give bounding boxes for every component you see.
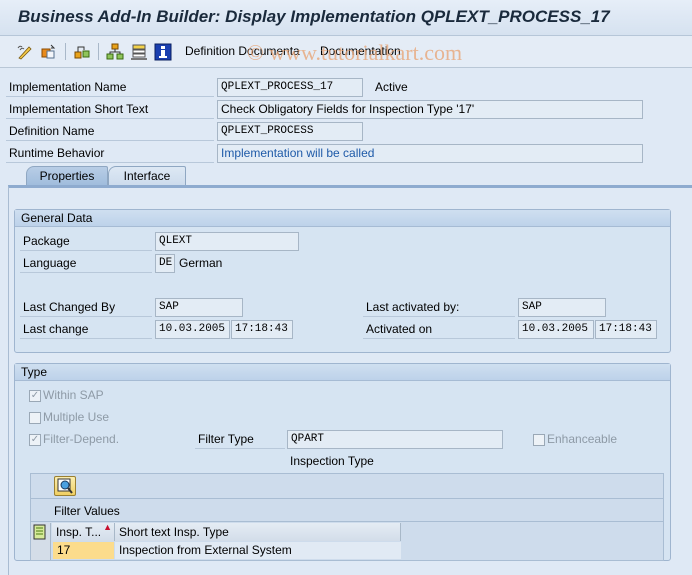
last-changed-by-label: Last Changed By [20, 297, 152, 317]
definition-name-label: Definition Name [6, 121, 214, 141]
checkbox-unchecked-icon [533, 433, 545, 446]
last-changed-by-field[interactable]: SAP [155, 298, 243, 317]
hierarchy-icon[interactable] [106, 43, 124, 61]
filter-depend-label: Filter-Depend. [43, 432, 120, 446]
last-change-date-field[interactable]: 10.03.2005 [155, 320, 230, 339]
within-sap-checkbox[interactable]: ✓ Within SAP [29, 388, 104, 404]
tab-interface[interactable]: Interface [108, 166, 186, 186]
package-field[interactable]: QLEXT [155, 232, 299, 251]
last-activated-by-label: Last activated by: [363, 297, 515, 317]
type-title: Type [15, 364, 670, 381]
implementation-name-field[interactable]: QPLEXT_PROCESS_17 [217, 78, 363, 97]
general-data-title: General Data [15, 210, 670, 227]
divider [31, 498, 663, 499]
package-label: Package [20, 231, 152, 251]
filter-values-title: Filter Values [54, 504, 120, 518]
activated-on-time-field[interactable]: 17:18:43 [595, 320, 657, 339]
cell-insp-type[interactable]: 17 [53, 542, 114, 559]
implementation-name-label: Implementation Name [6, 77, 214, 97]
enhanceable-label: Enhanceable [547, 432, 618, 446]
multiple-use-checkbox[interactable]: Multiple Use [29, 410, 109, 426]
runtime-behavior-label: Runtime Behavior [6, 143, 214, 163]
activated-on-date-field[interactable]: 10.03.2005 [518, 320, 594, 339]
change-display-icon[interactable] [16, 43, 34, 61]
activated-on-label: Activated on [363, 319, 515, 339]
table-settings-icon [33, 524, 46, 540]
column-header-short-text[interactable]: Short text Insp. Type [115, 523, 401, 541]
checkbox-checked-icon: ✓ [29, 433, 41, 446]
implementation-short-text-field[interactable]: Check Obligatory Fields for Inspection T… [217, 100, 643, 119]
sort-ascending-icon: ▲ [103, 522, 112, 532]
multiple-use-label: Multiple Use [43, 410, 110, 424]
checkbox-checked-icon: ✓ [29, 389, 41, 402]
column-header-insp-type[interactable]: Insp. T... ▲ [52, 522, 115, 541]
implementation-status: Active [375, 80, 408, 94]
language-text: German [179, 256, 223, 270]
implementation-short-text-label: Implementation Short Text [6, 99, 214, 119]
tab-properties[interactable]: Properties [26, 166, 108, 186]
cell-short-text: Inspection from External System [115, 542, 401, 559]
checkbox-unchecked-icon [29, 411, 41, 424]
divider [31, 521, 663, 522]
tab-strip: Properties Interface [0, 166, 692, 186]
toolbar-separator [65, 43, 66, 60]
language-label: Language [20, 253, 152, 273]
enhanceable-checkbox[interactable]: Enhanceable [533, 432, 617, 448]
row-selector[interactable] [31, 541, 51, 560]
definition-name-field[interactable]: QPLEXT_PROCESS [217, 122, 363, 141]
filter-type-description: Inspection Type [290, 454, 374, 468]
stack-icon[interactable] [130, 43, 148, 61]
filter-depend-checkbox[interactable]: ✓ Filter-Depend. [29, 432, 119, 448]
table-settings-button[interactable] [31, 523, 51, 541]
info-icon[interactable] [154, 43, 172, 61]
filter-type-label: Filter Type [195, 429, 285, 449]
magnifier-icon [57, 478, 73, 494]
language-code-field[interactable]: DE [155, 254, 175, 273]
last-activated-by-field[interactable]: SAP [518, 298, 606, 317]
last-change-label: Last change [20, 319, 152, 339]
runtime-behavior-field[interactable]: Implementation will be called [217, 144, 643, 163]
where-used-icon[interactable] [73, 43, 91, 61]
last-change-time-field[interactable]: 17:18:43 [231, 320, 293, 339]
other-object-icon[interactable] [40, 43, 58, 61]
find-button[interactable] [54, 476, 76, 496]
watermark: © www.tutorialkart.com [247, 40, 463, 65]
title-bar: Business Add-In Builder: Display Impleme… [0, 0, 692, 36]
window-title: Business Add-In Builder: Display Impleme… [18, 7, 610, 26]
filter-type-field[interactable]: QPART [287, 430, 503, 449]
toolbar-separator [98, 43, 99, 60]
within-sap-label: Within SAP [43, 388, 104, 402]
